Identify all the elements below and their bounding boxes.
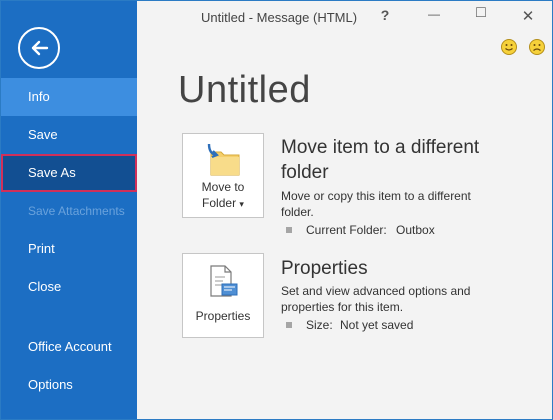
move-heading-line1: Move item to a different xyxy=(281,137,480,158)
properties-description-line2: properties for this item. xyxy=(281,300,404,314)
restore-button[interactable]: □ xyxy=(469,4,493,26)
current-folder-label: Current Folder: xyxy=(306,223,387,237)
close-button[interactable]: ✕ xyxy=(516,7,540,29)
sidebar-item-label: Save xyxy=(28,127,58,142)
sidebar-item-options[interactable]: Options xyxy=(1,366,137,404)
sidebar-item-label: Info xyxy=(28,89,50,104)
move-button-label-line2: Folder ▾ xyxy=(183,195,263,212)
sidebar-item-save-attachments: Save Attachments xyxy=(1,192,137,230)
sidebar-item-close[interactable]: Close xyxy=(1,268,137,306)
size-value: Not yet saved xyxy=(340,318,414,332)
properties-description-line1: Set and view advanced options and xyxy=(281,284,471,298)
send-a-frown-icon[interactable] xyxy=(529,39,545,55)
properties-button-label: Properties xyxy=(195,309,251,323)
properties-button[interactable]: Properties xyxy=(182,253,264,338)
properties-icon xyxy=(210,265,238,297)
window-title: Untitled - Message (HTML) xyxy=(201,10,358,25)
sidebar-item-label: Options xyxy=(28,377,73,392)
current-folder-value: Outbox xyxy=(396,223,435,237)
move-to-folder-button[interactable]: Move to Folder ▾ xyxy=(182,133,264,218)
sidebar-item-save-as[interactable]: Save As xyxy=(1,154,137,192)
size-bullet xyxy=(286,322,292,328)
size-label: Size: xyxy=(306,318,333,332)
sidebar-item-label: Office Account xyxy=(28,339,112,354)
move-heading-line2: folder xyxy=(281,162,329,183)
sidebar-item-office-account[interactable]: Office Account xyxy=(1,328,137,366)
sidebar-item-label: Print xyxy=(28,241,55,256)
sidebar-item-label: Save Attachments xyxy=(28,204,125,218)
help-button[interactable]: ? xyxy=(373,7,397,29)
outlook-message-window: Info Save Save As Save Attachments Print… xyxy=(0,0,553,420)
dropdown-arrow-icon: ▾ xyxy=(239,199,244,209)
minimize-button[interactable]: — xyxy=(422,7,446,29)
sidebar-item-print[interactable]: Print xyxy=(1,230,137,268)
move-description-line2: folder. xyxy=(281,205,314,219)
folder-move-icon xyxy=(207,143,240,176)
back-button[interactable] xyxy=(18,27,60,69)
page-title: Untitled xyxy=(178,69,311,111)
sidebar-item-info[interactable]: Info xyxy=(1,78,137,116)
send-a-smile-icon[interactable] xyxy=(501,39,517,55)
sidebar-item-save[interactable]: Save xyxy=(1,116,137,154)
sidebar-item-label: Close xyxy=(28,279,62,294)
move-description-line1: Move or copy this item to a different xyxy=(281,189,471,203)
back-arrow-icon xyxy=(31,40,49,56)
move-button-label-line1: Move to xyxy=(201,180,245,194)
current-folder-bullet xyxy=(286,227,292,233)
properties-heading: Properties xyxy=(281,258,368,279)
move-button-label-folder: Folder xyxy=(202,196,237,210)
sidebar-item-label: Save As xyxy=(28,165,76,180)
backstage-sidebar: Info Save Save As Save Attachments Print… xyxy=(1,1,137,419)
